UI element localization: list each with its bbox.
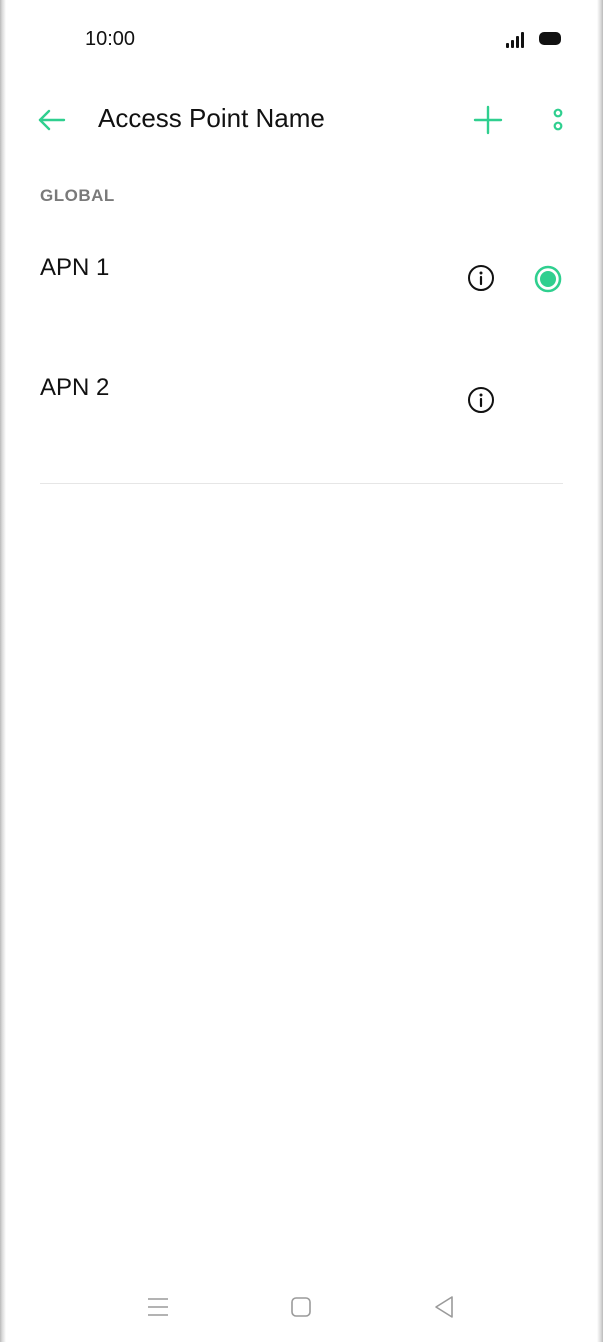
apn-name-label: APN 1 bbox=[40, 254, 110, 281]
info-icon bbox=[468, 265, 494, 291]
battery-icon bbox=[539, 32, 561, 45]
apn-info-button[interactable] bbox=[467, 264, 495, 292]
more-options-button[interactable] bbox=[546, 104, 570, 136]
list-divider bbox=[40, 483, 563, 484]
home-icon bbox=[291, 1297, 311, 1317]
nav-back-button[interactable] bbox=[428, 1291, 460, 1323]
more-vertical-icon bbox=[553, 108, 563, 131]
apn-name-label: APN 2 bbox=[40, 374, 110, 401]
status-time: 10:00 bbox=[85, 28, 136, 50]
radio-selected-icon bbox=[534, 265, 562, 293]
status-icons bbox=[506, 30, 566, 50]
apn-list-item[interactable]: APN 1 bbox=[0, 232, 603, 342]
page-title: Access Point Name bbox=[98, 103, 325, 133]
back-button[interactable] bbox=[34, 104, 70, 136]
nav-menu-button[interactable] bbox=[142, 1291, 174, 1323]
add-apn-button[interactable] bbox=[470, 102, 506, 138]
back-triangle-icon bbox=[435, 1296, 453, 1318]
apn-info-button[interactable] bbox=[467, 386, 495, 414]
apn-screen: 10:00 Access Point Name GLOBAL APN 1 APN… bbox=[0, 0, 603, 1342]
phone-edge-left bbox=[0, 0, 6, 1342]
nav-home-button[interactable] bbox=[285, 1291, 317, 1323]
plus-icon bbox=[473, 105, 503, 135]
arrow-left-icon bbox=[38, 109, 66, 131]
apn-list-item[interactable]: APN 2 bbox=[0, 352, 603, 462]
section-header-global: GLOBAL bbox=[40, 186, 115, 205]
apn-select-radio[interactable] bbox=[534, 265, 562, 293]
menu-icon bbox=[148, 1298, 168, 1316]
phone-edge-right bbox=[597, 0, 603, 1342]
info-icon bbox=[468, 387, 494, 413]
